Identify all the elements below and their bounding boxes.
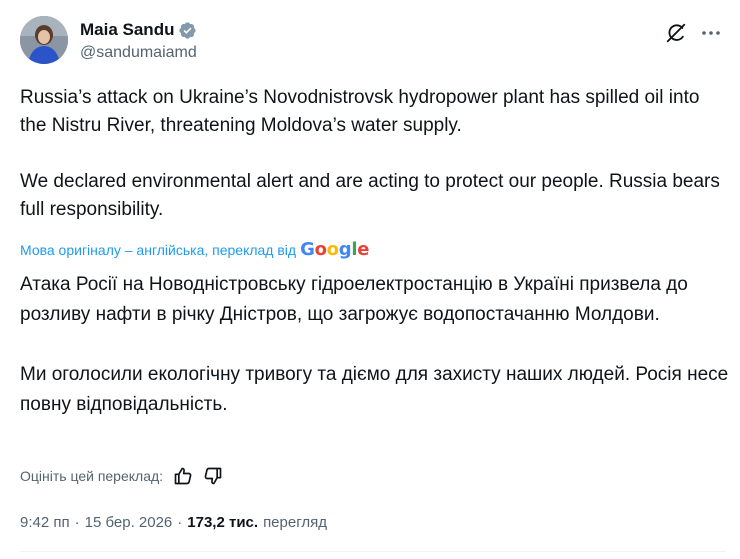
tweet-meta: 9:42 пп · 15 бер. 2026 · 173,2 тис. пере…: [20, 514, 327, 531]
grok-icon[interactable]: [665, 22, 687, 44]
tweet-date[interactable]: 15 бер. 2026: [85, 514, 173, 531]
tweet-text: Russia’s attack on Ukraine’s Novodnistro…: [20, 84, 725, 224]
translated-text: Атака Росії на Новодністровську гідроеле…: [20, 270, 730, 420]
views-count[interactable]: 173,2 тис.: [187, 514, 258, 531]
rate-translation: Оцініть цей переклад:: [20, 466, 223, 486]
thumbs-up-icon[interactable]: [173, 466, 193, 486]
divider: [20, 551, 726, 552]
tweet-time[interactable]: 9:42 пп: [20, 514, 70, 531]
verified-badge-icon: [178, 21, 197, 40]
meta-separator: ·: [74, 514, 80, 531]
author-block: Maia Sandu @sandumaiamd: [80, 19, 197, 62]
views-label: перегляд: [263, 514, 327, 531]
display-name[interactable]: Maia Sandu: [80, 20, 174, 40]
rate-translation-label: Оцініть цей переклад:: [20, 468, 164, 484]
translated-paragraph: Атака Росії на Новодністровську гідроеле…: [20, 274, 688, 325]
tweet-header: Maia Sandu @sandumaiamd: [20, 16, 725, 72]
more-options-icon[interactable]: [699, 22, 723, 44]
translated-paragraph: Ми оголосили екологічну тривогу та діємо…: [20, 364, 729, 415]
google-logo: Google: [300, 239, 370, 260]
avatar[interactable]: [20, 16, 68, 64]
translation-note-text: Мова оригіналу – англійська, переклад ві…: [20, 241, 297, 258]
thumbs-down-icon[interactable]: [203, 466, 223, 486]
meta-separator: ·: [177, 514, 183, 531]
tweet-paragraph: Russia’s attack on Ukraine’s Novodnistro…: [20, 87, 700, 136]
handle[interactable]: @sandumaiamd: [80, 44, 197, 62]
tweet-paragraph: We declared environmental alert and are …: [20, 171, 720, 220]
translation-note[interactable]: Мова оригіналу – англійська, переклад ві…: [20, 239, 369, 260]
